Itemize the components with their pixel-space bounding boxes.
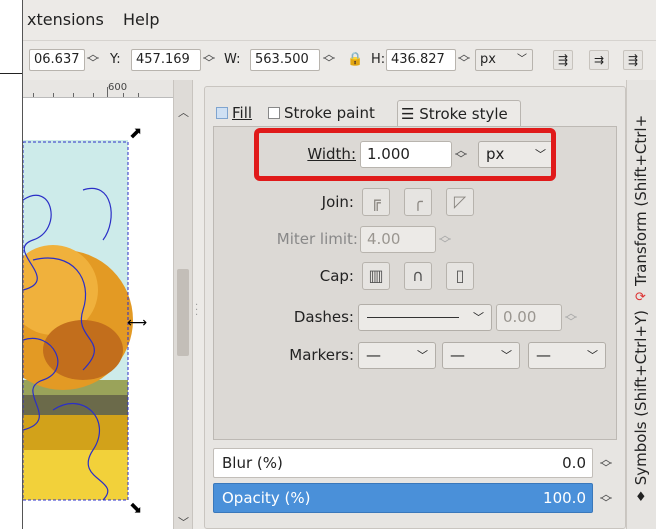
scale-stroke-icon[interactable]: ⇶ — [553, 50, 573, 70]
blur-spinner[interactable]: ︿ ﹀ — [599, 453, 613, 474]
dashes-label: Dashes: — [293, 308, 354, 326]
cap-square-icon[interactable]: ▯ — [446, 262, 474, 290]
scroll-thumb[interactable] — [177, 269, 189, 356]
h-spinner[interactable]: ︿ ﹀ — [458, 48, 470, 69]
y-spinner[interactable]: ︿ ﹀ — [203, 48, 215, 69]
svg-text:⬊: ⬊ — [129, 498, 142, 517]
miter-limit-input[interactable]: 4.00 — [360, 226, 436, 253]
menu-extensions[interactable]: xtensions — [27, 10, 104, 29]
w-label: W: — [224, 52, 241, 67]
stroke-paint-checkbox-icon — [268, 107, 280, 119]
h-label: H: — [371, 52, 386, 67]
join-bevel-icon[interactable]: ◸ — [446, 188, 474, 216]
artwork-drawing: ⬈ ⟷ ⬊ — [23, 123, 147, 517]
tab-stroke-style[interactable]: ☰ Stroke style — [397, 100, 521, 126]
cap-label: Cap: — [319, 267, 354, 285]
dash-pattern-preview — [367, 317, 459, 318]
dash-offset-spinner[interactable]: ︿ ﹀ — [564, 307, 578, 328]
cap-butt-icon[interactable]: ▥ — [362, 262, 390, 290]
left-divider-line — [0, 73, 22, 74]
end-marker-select[interactable]: — ﹀ — [528, 342, 606, 369]
x-spinner[interactable]: ︿ ﹀ — [87, 48, 99, 69]
scroll-up-icon[interactable]: ︿ — [178, 104, 189, 120]
stroke-style-icon: ☰ — [401, 105, 420, 123]
miter-limit-label: Miter limit: — [276, 230, 358, 248]
opacity-value: 100.0 — [543, 489, 586, 507]
cap-round-icon[interactable]: ∩ — [404, 262, 432, 290]
dock-side-tabs: Transform (Shift+Ctrl+ ⟳ Symbols (Shift+… — [626, 80, 656, 529]
fill-checkbox-icon — [216, 107, 228, 119]
opacity-label: Opacity (%) — [222, 489, 311, 507]
scale-corners-icon[interactable]: ⇉ — [589, 50, 609, 70]
svg-text:⟷: ⟷ — [127, 315, 147, 331]
blur-value: 0.0 — [562, 454, 586, 472]
canvas[interactable]: ⬈ ⟷ ⬊ — [23, 80, 173, 529]
left-white-margin — [0, 0, 22, 529]
dashes-select[interactable]: ﹀ — [358, 304, 492, 331]
move-gradients-icon[interactable]: ⇶ — [623, 50, 643, 70]
tab-fill[interactable]: Fill — [213, 100, 263, 126]
tool-controls-bar: 06.637 ︿ ﹀ Y: 457.169 ︿ ﹀ W: 563.500 ︿ ﹀ 🔒 … — [23, 40, 656, 80]
symbols-icon: ♦ — [635, 490, 647, 505]
y-label: Y: — [110, 52, 121, 67]
blur-field[interactable]: Blur (%) 0.0 — [213, 448, 593, 478]
transform-icon: ⟳ — [635, 290, 646, 305]
menu-bar: xtensions Help — [23, 0, 656, 40]
blur-label: Blur (%) — [222, 454, 283, 472]
scroll-down-icon[interactable]: ﹀ — [178, 514, 189, 529]
symbols-tab-label[interactable]: Symbols (Shift+Ctrl+Y) — [632, 310, 650, 485]
inkscape-window: xtensions Help 06.637 ︿ ﹀ Y: 457.169 ︿ ﹀ W… — [22, 0, 656, 529]
join-miter-icon[interactable]: ╔ — [362, 188, 390, 216]
dash-offset-input[interactable]: 0.00 — [496, 304, 562, 331]
join-round-icon[interactable]: ╭ — [404, 188, 432, 216]
y-field[interactable]: 457.169 — [131, 49, 201, 71]
w-field[interactable]: 563.500 — [250, 49, 320, 71]
join-label: Join: — [321, 193, 354, 211]
markers-label: Markers: — [289, 346, 354, 364]
lock-icon[interactable]: 🔒 — [347, 52, 363, 67]
ruler-label: 600 — [108, 82, 128, 93]
opacity-spinner[interactable]: ︿ ﹀ — [599, 488, 613, 509]
svg-text:⬈: ⬈ — [129, 123, 142, 142]
tab-stroke-paint[interactable]: Stroke paint — [265, 100, 395, 126]
canvas-vertical-scrollbar[interactable]: ︿ ﹀ — [173, 80, 193, 529]
menu-help[interactable]: Help — [123, 10, 159, 29]
unit-select[interactable]: px ﹀ — [475, 49, 533, 71]
opacity-field[interactable]: Opacity (%) 100.0 — [213, 483, 593, 513]
w-spinner[interactable]: ︿ ﹀ — [323, 48, 335, 69]
width-highlight-box — [254, 128, 556, 181]
top-ruler: 600 — [23, 80, 173, 98]
pane-grip-icon[interactable]: · · · — [195, 301, 201, 321]
mid-marker-select[interactable]: — ﹀ — [442, 342, 520, 369]
miter-spinner[interactable]: ︿ ﹀ — [438, 229, 452, 250]
x-field[interactable]: 06.637 — [29, 49, 85, 71]
start-marker-select[interactable]: — ﹀ — [358, 342, 436, 369]
h-field[interactable]: 436.827 — [386, 49, 456, 71]
transform-tab-label[interactable]: Transform (Shift+Ctrl+ — [632, 88, 650, 286]
